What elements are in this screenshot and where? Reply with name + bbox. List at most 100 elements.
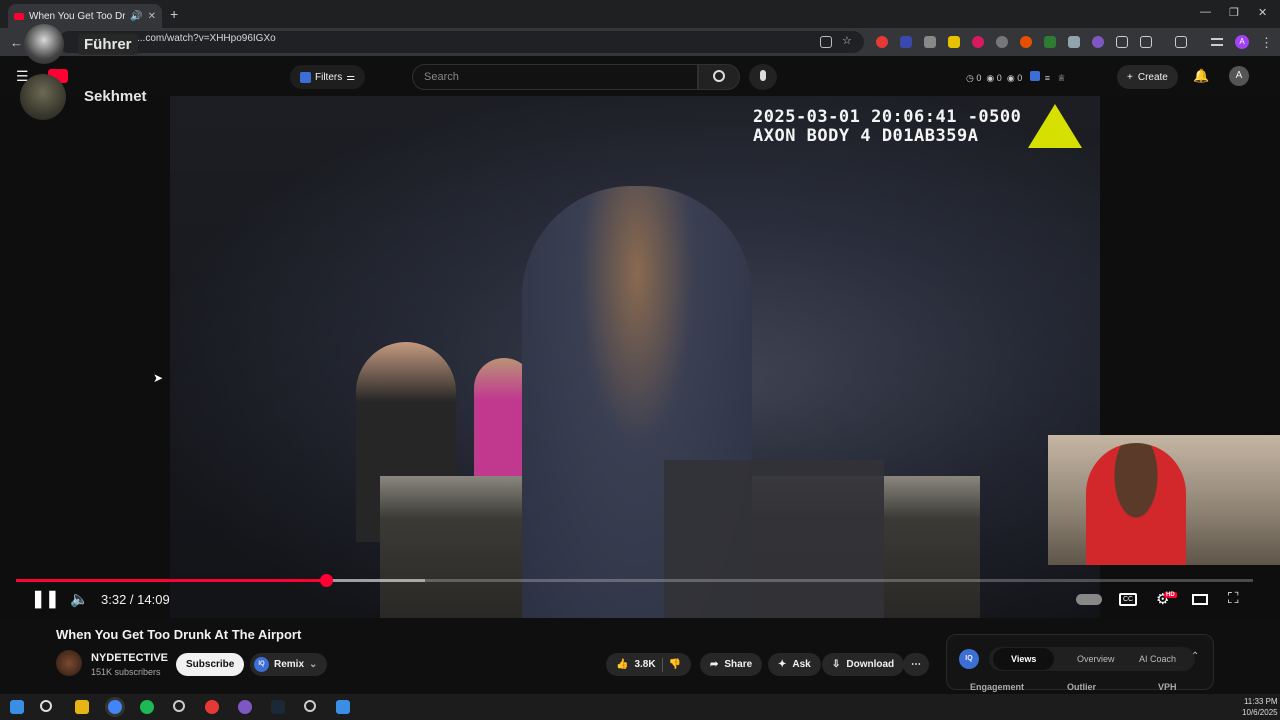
extension-icon[interactable] <box>1020 36 1032 48</box>
notifications-bell-icon[interactable]: 🔔 <box>1193 68 1209 84</box>
app-icon[interactable] <box>336 700 350 714</box>
extension-icon[interactable] <box>996 36 1008 48</box>
column-vph: VPH <box>1158 682 1177 692</box>
iq-icon: IQ <box>254 657 269 672</box>
browser-tab-strip: When You Get Too Drunk At... 🔊 ✕ + — ❐ ✕ <box>0 0 1280 28</box>
spotify-icon[interactable] <box>140 700 154 714</box>
captions-icon[interactable]: CC <box>1119 593 1137 606</box>
extensions-puzzle-icon[interactable] <box>1140 36 1152 48</box>
share-button[interactable]: ➦ Share <box>700 653 763 676</box>
tab-overview[interactable]: Overview <box>1077 654 1115 664</box>
download-button[interactable]: ⇩ Download <box>822 653 905 676</box>
create-button[interactable]: + Create <box>1117 65 1178 89</box>
sparkle-icon: ✦ <box>778 659 787 670</box>
overlay-avatar <box>20 74 66 120</box>
video-frame[interactable]: 2025-03-01 20:06:41 -0500 AXON BODY 4 D0… <box>170 96 1100 618</box>
thumbs-up-icon: 👍 <box>616 659 629 670</box>
time-display: 3:32 / 14:09 <box>101 592 170 607</box>
fullscreen-icon[interactable]: ⛶ <box>1228 590 1239 607</box>
progress-bar[interactable] <box>16 574 1253 587</box>
obs-icon[interactable] <box>304 700 316 712</box>
video-player[interactable]: 2025-03-01 20:06:41 -0500 AXON BODY 4 D0… <box>0 96 1280 618</box>
create-label: Create <box>1137 71 1168 83</box>
file-explorer-icon[interactable] <box>75 700 89 714</box>
more-icon: ⋯ <box>911 659 921 670</box>
close-window-icon[interactable]: ✕ <box>1258 6 1267 19</box>
system-clock: 11:33 PM 10/6/2025 <box>1242 696 1278 718</box>
filters-button[interactable]: Filters ⚌ <box>290 65 366 89</box>
like-button[interactable]: 👍 3.8K 👎 <box>606 653 692 676</box>
windows-start-icon[interactable] <box>10 700 24 714</box>
app-icon[interactable] <box>238 700 252 714</box>
remix-label: Remix <box>274 659 305 670</box>
tab-ai-coach[interactable]: AI Coach <box>1139 654 1176 664</box>
search-input[interactable]: Search <box>412 64 698 90</box>
download-icon: ⇩ <box>832 659 841 670</box>
bodycam-timestamp: 2025-03-01 20:06:41 -0500 AXON BODY 4 D0… <box>753 108 1021 146</box>
chevron-up-icon[interactable]: ⌃ <box>1191 651 1199 662</box>
install-icon[interactable] <box>820 36 832 48</box>
new-tab-icon[interactable]: + <box>170 6 178 22</box>
video-title: When You Get Too Drunk At The Airport <box>56 627 302 642</box>
theater-mode-icon[interactable] <box>1192 594 1208 605</box>
extension-icon[interactable] <box>948 36 960 48</box>
youtube-favicon-icon <box>14 12 24 20</box>
clock-icon: ◷ <box>966 73 974 83</box>
sliders-icon: ⚌ <box>346 71 356 83</box>
streamer-webcam <box>1048 435 1280 565</box>
tab-search-icon[interactable] <box>1211 38 1223 46</box>
subscribe-button[interactable]: Subscribe <box>176 653 245 676</box>
iq-badge: IQ <box>959 649 979 669</box>
browser-tab[interactable]: When You Get Too Drunk At... 🔊 ✕ <box>8 4 162 28</box>
subscriber-count: 151K subscribers <box>91 667 161 677</box>
extension-icon[interactable] <box>924 36 936 48</box>
app-icon[interactable] <box>173 700 185 712</box>
thumbs-down-icon[interactable]: 👎 <box>669 659 681 670</box>
speaker-icon[interactable]: 🔊 <box>130 11 142 22</box>
tab-views[interactable]: Views <box>993 648 1055 670</box>
bookmark-star-icon[interactable]: ☆ <box>842 34 854 47</box>
system-time: 11:33 PM <box>1243 697 1278 706</box>
steam-icon[interactable] <box>271 700 285 714</box>
close-tab-icon[interactable]: ✕ <box>148 11 156 22</box>
divider <box>661 657 663 672</box>
list-icon[interactable]: ≡ <box>1045 73 1050 83</box>
extension-icon[interactable] <box>1044 36 1056 48</box>
extension-icon[interactable] <box>1092 36 1104 48</box>
app-icon[interactable] <box>205 700 219 714</box>
url-text[interactable]: ...com/watch?v=XHHpo96IGXo <box>137 33 276 44</box>
account-avatar[interactable]: A <box>1229 66 1249 86</box>
browser-profile-icon[interactable]: A <box>1235 35 1249 49</box>
voice-search-button[interactable] <box>749 64 777 90</box>
ask-button[interactable]: ✦ Ask <box>768 653 821 676</box>
hd-badge: HD <box>1164 592 1177 598</box>
restore-icon[interactable]: ❐ <box>1229 6 1239 19</box>
iq-icon <box>300 71 311 83</box>
extension-icon[interactable] <box>900 36 912 48</box>
remix-button[interactable]: IQ Remix ⌄ <box>250 653 328 676</box>
back-icon[interactable]: ← <box>10 35 23 50</box>
volume-icon[interactable]: 🔈 <box>70 590 89 608</box>
extension-icon[interactable] <box>1068 36 1080 48</box>
extension-icon[interactable] <box>972 36 984 48</box>
like-count: 3.8K <box>634 659 656 670</box>
autoplay-toggle[interactable] <box>1076 594 1102 605</box>
ask-label: Ask <box>792 659 811 670</box>
channel-avatar[interactable] <box>56 650 82 676</box>
iq-icon[interactable] <box>1029 71 1040 81</box>
plus-icon: + <box>1127 71 1133 83</box>
windows-taskbar <box>0 694 1280 720</box>
extension-icon[interactable] <box>1116 36 1128 48</box>
more-actions-button[interactable]: ⋯ <box>903 653 929 676</box>
sidebar-icon[interactable] <box>1175 36 1187 48</box>
extension-icon[interactable] <box>876 36 888 48</box>
channel-name[interactable]: NYDETECTIVE <box>91 652 168 664</box>
search-icon[interactable] <box>40 700 52 712</box>
chrome-icon[interactable] <box>108 700 122 714</box>
minimize-icon[interactable]: — <box>1200 6 1211 18</box>
search-button[interactable] <box>698 64 740 90</box>
share-icon: ➦ <box>710 659 719 670</box>
pause-icon[interactable]: ❚❚ <box>31 589 60 609</box>
browser-menu-icon[interactable]: ⋮ <box>1260 35 1273 51</box>
trophy-icon[interactable]: ♕ <box>1058 73 1066 83</box>
